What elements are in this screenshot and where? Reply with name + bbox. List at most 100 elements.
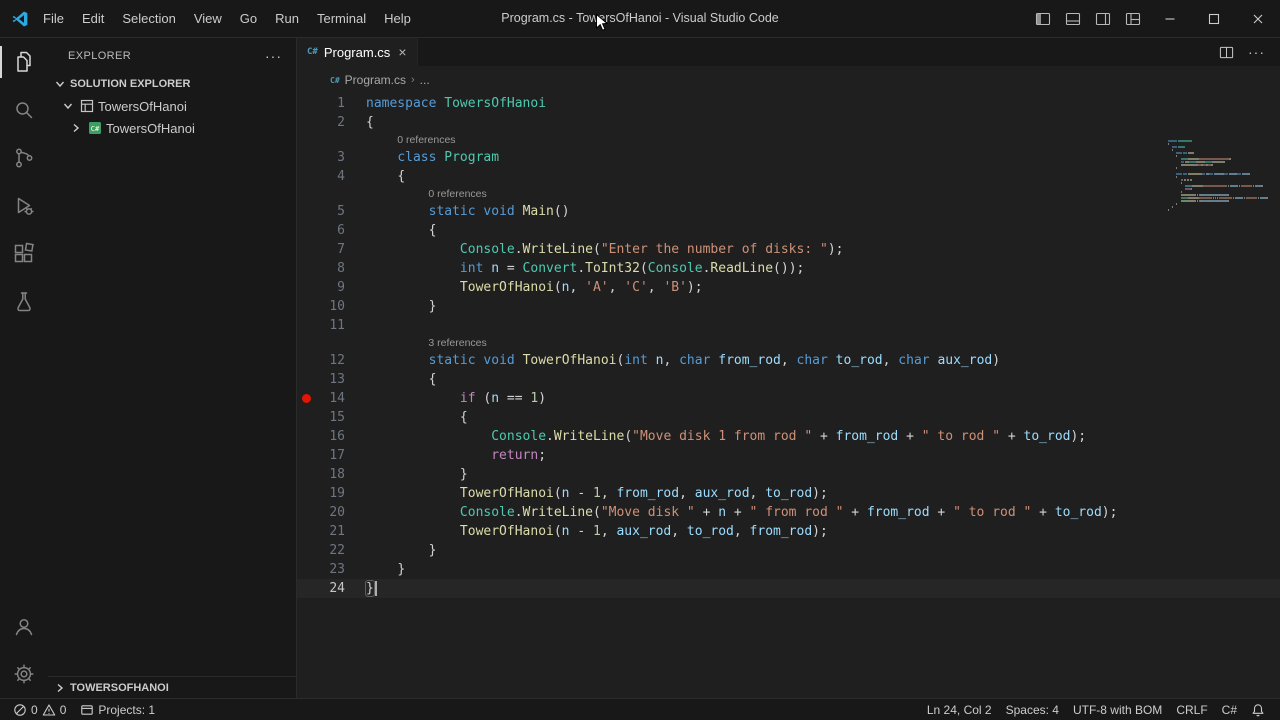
menu-go[interactable]: Go xyxy=(231,0,266,37)
glyph-margin[interactable] xyxy=(297,259,315,278)
code-line[interactable]: 4 { xyxy=(297,167,1280,186)
accounts-icon[interactable] xyxy=(0,602,48,650)
code-line[interactable]: 6 { xyxy=(297,221,1280,240)
problems-indicator[interactable]: 0 0 xyxy=(6,699,73,720)
code-line[interactable]: 19 TowerOfHanoi(n - 1, from_rod, aux_rod… xyxy=(297,484,1280,503)
settings-gear-icon[interactable] xyxy=(0,650,48,698)
code-line[interactable]: 20 Console.WriteLine("Move disk " + n + … xyxy=(297,503,1280,522)
code-line[interactable]: 23 } xyxy=(297,560,1280,579)
tab-close-icon[interactable]: × xyxy=(398,45,406,59)
towersofhanoi-section[interactable]: TOWERSOFHANOI xyxy=(48,676,296,698)
glyph-margin[interactable] xyxy=(297,579,315,598)
glyph-margin[interactable] xyxy=(297,148,315,167)
glyph-margin[interactable] xyxy=(297,278,315,297)
activity-run-debug-icon[interactable] xyxy=(0,182,48,230)
tab-program-cs[interactable]: C# Program.cs × xyxy=(297,38,418,66)
glyph-margin[interactable] xyxy=(297,541,315,560)
activity-source-control-icon[interactable] xyxy=(0,134,48,182)
activity-explorer-icon[interactable] xyxy=(0,38,48,86)
glyph-margin[interactable] xyxy=(297,503,315,522)
glyph-margin[interactable] xyxy=(297,316,315,335)
glyph-margin[interactable] xyxy=(297,465,315,484)
code-text: } xyxy=(366,560,405,579)
glyph-margin[interactable] xyxy=(297,221,315,240)
code-line[interactable]: 5 static void Main() xyxy=(297,202,1280,221)
code-line[interactable]: 22 } xyxy=(297,541,1280,560)
glyph-margin[interactable] xyxy=(297,389,315,408)
tree-item-project[interactable]: C# TowersOfHanoi xyxy=(48,117,296,139)
indentation[interactable]: Spaces: 4 xyxy=(999,699,1066,720)
breakpoint-dot[interactable] xyxy=(302,394,311,403)
customize-layout-icon[interactable] xyxy=(1118,0,1148,37)
encoding[interactable]: UTF-8 with BOM xyxy=(1066,699,1169,720)
code-line[interactable]: 8 int n = Convert.ToInt32(Console.ReadLi… xyxy=(297,259,1280,278)
menu-bar: File Edit Selection View Go Run Terminal… xyxy=(34,0,420,37)
toggle-primary-sidebar-icon[interactable] xyxy=(1028,0,1058,37)
code-line[interactable]: 9 TowerOfHanoi(n, 'A', 'C', 'B'); xyxy=(297,278,1280,297)
code-line[interactable]: 13 { xyxy=(297,370,1280,389)
code-editor[interactable]: 1namespace TowersOfHanoi2{0 references3 … xyxy=(297,94,1280,698)
code-line[interactable]: 15 { xyxy=(297,408,1280,427)
glyph-margin[interactable] xyxy=(297,240,315,259)
code-line[interactable]: 7 Console.WriteLine("Enter the number of… xyxy=(297,240,1280,259)
activity-search-icon[interactable] xyxy=(0,86,48,134)
toggle-secondary-sidebar-icon[interactable] xyxy=(1088,0,1118,37)
code-line[interactable]: 14 if (n == 1) xyxy=(297,389,1280,408)
activity-testing-icon[interactable] xyxy=(0,278,48,326)
menu-selection[interactable]: Selection xyxy=(113,0,184,37)
explorer-more-actions-icon[interactable]: ··· xyxy=(259,48,288,64)
glyph-margin[interactable] xyxy=(297,484,315,503)
menu-terminal[interactable]: Terminal xyxy=(308,0,375,37)
glyph-margin[interactable] xyxy=(297,113,315,132)
glyph-margin[interactable] xyxy=(297,202,315,221)
minimize-button[interactable] xyxy=(1148,0,1192,37)
code-line[interactable]: 12 static void TowerOfHanoi(int n, char … xyxy=(297,351,1280,370)
tree-item-solution[interactable]: TowersOfHanoi xyxy=(48,95,296,117)
code-line[interactable]: 10 } xyxy=(297,297,1280,316)
glyph-margin[interactable] xyxy=(297,297,315,316)
split-editor-icon[interactable] xyxy=(1214,45,1239,60)
toggle-panel-icon[interactable] xyxy=(1058,0,1088,37)
breadcrumb-item-file[interactable]: Program.cs xyxy=(345,73,406,87)
glyph-margin[interactable] xyxy=(297,446,315,465)
code-line[interactable]: 17 return; xyxy=(297,446,1280,465)
menu-edit[interactable]: Edit xyxy=(73,0,113,37)
code-line[interactable]: 18 } xyxy=(297,465,1280,484)
minimap[interactable] xyxy=(1168,140,1268,212)
code-line[interactable]: 1namespace TowersOfHanoi xyxy=(297,94,1280,113)
breadcrumb-item-symbol[interactable]: ... xyxy=(420,73,430,87)
eol-sequence[interactable]: CRLF xyxy=(1169,699,1214,720)
projects-indicator[interactable]: Projects: 1 xyxy=(73,699,162,720)
code-text: int n = Convert.ToInt32(Console.ReadLine… xyxy=(366,259,804,278)
menu-run[interactable]: Run xyxy=(266,0,308,37)
code-line[interactable]: 16 Console.WriteLine("Move disk 1 from r… xyxy=(297,427,1280,446)
menu-file[interactable]: File xyxy=(34,0,73,37)
glyph-margin[interactable] xyxy=(297,167,315,186)
glyph-margin[interactable] xyxy=(297,94,315,113)
glyph-margin[interactable] xyxy=(297,427,315,446)
code-line[interactable]: 11 xyxy=(297,316,1280,335)
codelens-references[interactable]: 0 references xyxy=(428,186,486,202)
code-text: } xyxy=(366,579,377,598)
close-button[interactable] xyxy=(1236,0,1280,37)
code-line[interactable]: 24} xyxy=(297,579,1280,598)
codelens-references[interactable]: 0 references xyxy=(397,132,455,148)
solution-explorer-section[interactable]: SOLUTION EXPLORER xyxy=(48,73,296,95)
code-line[interactable]: 2{ xyxy=(297,113,1280,132)
cursor-position[interactable]: Ln 24, Col 2 xyxy=(920,699,999,720)
glyph-margin[interactable] xyxy=(297,408,315,427)
code-line[interactable]: 21 TowerOfHanoi(n - 1, aux_rod, to_rod, … xyxy=(297,522,1280,541)
menu-view[interactable]: View xyxy=(185,0,231,37)
glyph-margin[interactable] xyxy=(297,522,315,541)
glyph-margin[interactable] xyxy=(297,370,315,389)
codelens-references[interactable]: 3 references xyxy=(428,335,486,351)
language-mode[interactable]: C# xyxy=(1215,699,1244,720)
activity-extensions-icon[interactable] xyxy=(0,230,48,278)
editor-more-actions-icon[interactable]: ··· xyxy=(1243,44,1270,60)
code-line[interactable]: 3 class Program xyxy=(297,148,1280,167)
notifications-bell-icon[interactable] xyxy=(1244,699,1272,720)
maximize-button[interactable] xyxy=(1192,0,1236,37)
glyph-margin[interactable] xyxy=(297,560,315,579)
glyph-margin[interactable] xyxy=(297,351,315,370)
menu-help[interactable]: Help xyxy=(375,0,420,37)
